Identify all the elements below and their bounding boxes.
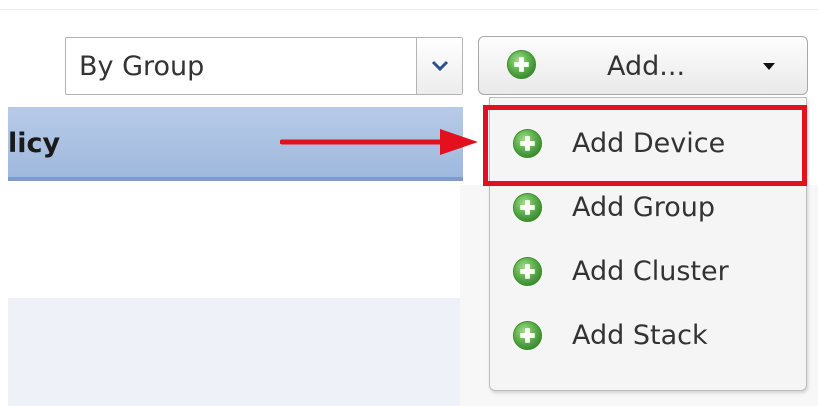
screen: By Group Add... licy Add Device Add Grou… — [0, 0, 818, 406]
chevron-down-icon — [431, 60, 448, 72]
menu-item-label: Add Stack — [572, 320, 708, 351]
annotation-arrow-icon — [280, 129, 478, 155]
menu-item-add-cluster[interactable]: Add Cluster — [490, 240, 806, 304]
group-by-select-toggle[interactable] — [416, 38, 462, 94]
table-row — [8, 185, 460, 298]
plus-circle-icon — [506, 49, 537, 80]
menu-item-label: Add Cluster — [572, 256, 729, 287]
group-by-select-value: By Group — [79, 51, 205, 82]
top-divider — [0, 9, 818, 10]
caret-down-icon — [763, 63, 775, 70]
column-header-policy[interactable]: licy — [8, 107, 60, 181]
plus-circle-icon — [512, 256, 543, 287]
add-button-label: Add... — [607, 51, 686, 82]
group-by-select[interactable]: By Group — [65, 37, 463, 95]
plus-circle-icon — [512, 192, 543, 223]
menu-item-add-stack[interactable]: Add Stack — [490, 304, 806, 368]
add-button[interactable]: Add... — [478, 36, 808, 95]
table-row — [8, 298, 460, 406]
annotation-highlight-box — [483, 105, 807, 186]
plus-circle-icon — [512, 320, 543, 351]
